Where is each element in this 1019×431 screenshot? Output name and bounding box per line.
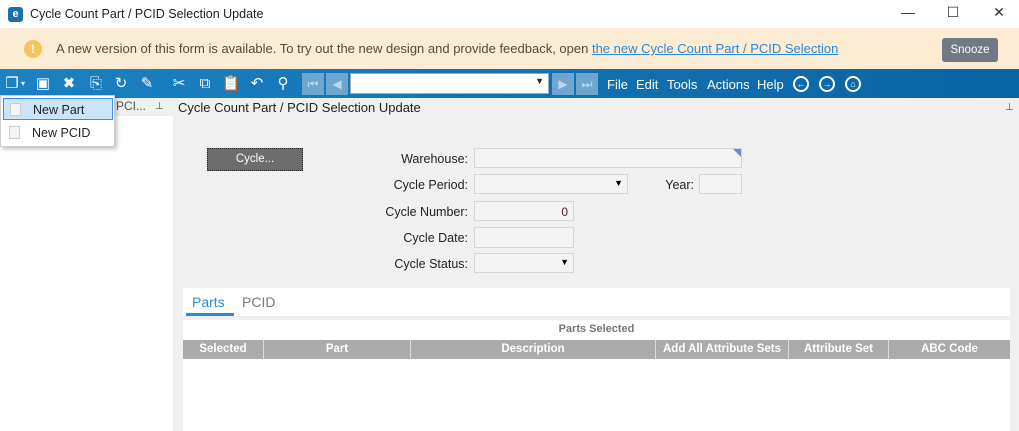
refresh-icon[interactable]: ↻ — [111, 74, 131, 94]
forward-icon[interactable]: → — [819, 76, 835, 92]
copy-icon[interactable]: ⧉ — [195, 74, 215, 94]
menu-actions[interactable]: Actions — [707, 77, 750, 92]
parts-grid — [183, 320, 1010, 431]
form-title: Cycle Count Part / PCID Selection Update — [178, 100, 421, 115]
save-icon[interactable]: ▣ — [33, 74, 53, 94]
cycle-status-select[interactable]: ▼ — [474, 253, 574, 273]
column-header-description[interactable]: Description — [411, 340, 656, 359]
chevron-down-icon: ▼ — [535, 76, 544, 86]
undo-icon[interactable]: ↶ — [247, 74, 267, 94]
menu-tools[interactable]: Tools — [667, 77, 697, 92]
banner-text: A new version of this form is available.… — [56, 41, 838, 56]
menu-item-label: New Part — [33, 103, 85, 117]
column-header-selected[interactable]: Selected — [183, 340, 264, 359]
cycle-number-field[interactable]: 0 — [474, 201, 574, 221]
cycle-date-label: Cycle Date: — [403, 231, 468, 245]
window-title: Cycle Count Part / PCID Selection Update — [30, 7, 264, 21]
column-header-abc-code[interactable]: ABC Code — [889, 340, 1010, 359]
warning-icon: ! — [24, 40, 42, 58]
tab-pcid[interactable]: PCID — [242, 294, 275, 310]
document-icon — [9, 126, 20, 139]
banner-message: A new version of this form is available.… — [56, 41, 592, 56]
cycle-date-field[interactable] — [474, 227, 574, 248]
paste-icon[interactable]: 📋 — [221, 74, 241, 94]
grid-header: Selected Part Description Add All Attrib… — [183, 340, 1010, 359]
menu-item-new-pcid[interactable]: New PCID — [3, 122, 113, 144]
first-record-icon[interactable]: ⏮ — [302, 73, 324, 95]
tree-panel — [0, 98, 173, 431]
corner-indicator-icon — [733, 149, 741, 157]
cycle-number-label: Cycle Number: — [385, 205, 468, 219]
pin-icon[interactable]: ⊥ — [155, 101, 164, 112]
column-header-part[interactable]: Part — [264, 340, 411, 359]
menu-item-new-part[interactable]: New Part — [3, 98, 113, 120]
minimize-button[interactable]: — — [898, 4, 918, 20]
next-record-icon[interactable]: ▶ — [552, 73, 574, 95]
search-icon[interactable]: ⚲ — [273, 74, 293, 94]
warehouse-label: Warehouse: — [401, 152, 468, 166]
warehouse-field[interactable] — [474, 148, 742, 168]
cut-icon[interactable]: ✂ — [169, 74, 189, 94]
home-icon[interactable]: ⌂ — [845, 76, 861, 92]
back-icon[interactable]: ← — [793, 76, 809, 92]
delete-icon[interactable]: ✖ — [59, 74, 79, 94]
menu-file[interactable]: File — [607, 77, 628, 92]
prev-record-icon[interactable]: ◀ — [326, 73, 348, 95]
maximize-button[interactable]: ☐ — [943, 4, 963, 21]
cycle-status-label: Cycle Status: — [394, 257, 468, 271]
menu-edit[interactable]: Edit — [636, 77, 658, 92]
clear-icon[interactable]: ✎ — [137, 74, 157, 94]
menu-help[interactable]: Help — [757, 77, 784, 92]
tab-parts[interactable]: Parts — [192, 294, 225, 310]
active-tab-indicator — [186, 313, 234, 316]
chevron-down-icon: ▼ — [560, 257, 569, 267]
document-icon — [10, 103, 21, 116]
snooze-button[interactable]: Snooze — [942, 38, 998, 62]
pin-icon[interactable]: ⊥ — [1005, 102, 1014, 113]
new-dropdown-menu: New Part New PCID — [0, 95, 115, 147]
last-record-icon[interactable]: ⏭ — [576, 73, 598, 95]
column-header-attribute-set[interactable]: Attribute Set — [789, 340, 889, 359]
column-header-add-all-attribute-sets[interactable]: Add All Attribute Sets — [656, 340, 789, 359]
tree-panel-title: PCI... — [116, 99, 147, 113]
year-field[interactable] — [699, 174, 742, 194]
close-button[interactable]: ✕ — [989, 4, 1009, 21]
new-form-link[interactable]: the new Cycle Count Part / PCID Selectio… — [592, 41, 838, 56]
grid-caption: Parts Selected — [558, 323, 635, 335]
record-selector[interactable]: ▼ — [350, 73, 549, 94]
app-logo: e — [8, 7, 23, 22]
cycle-period-label: Cycle Period: — [393, 178, 468, 192]
menu-item-label: New PCID — [32, 126, 91, 140]
cycle-button[interactable]: Cycle... — [207, 148, 303, 171]
tab-bar — [183, 288, 1010, 316]
new-dropdown-icon[interactable]: ▾ — [18, 74, 28, 94]
year-label: Year: — [665, 178, 694, 192]
attach-icon[interactable]: ⎘ — [86, 74, 106, 94]
